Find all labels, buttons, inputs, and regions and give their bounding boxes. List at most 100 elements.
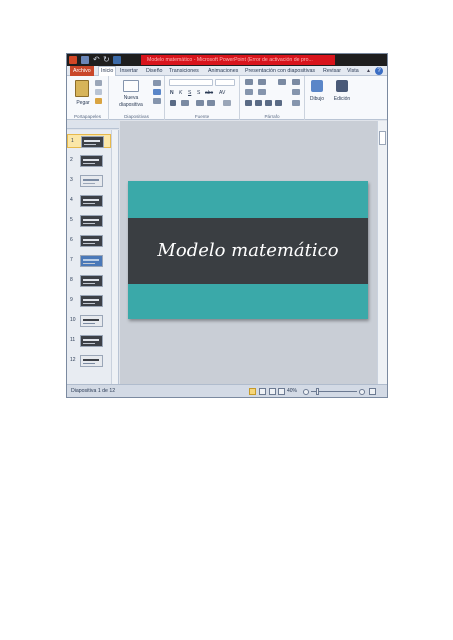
shadow-button[interactable]: S: [197, 90, 200, 96]
binoculars-icon[interactable]: [336, 80, 348, 92]
shapes-icon[interactable]: [311, 80, 323, 92]
layout-icon[interactable]: [153, 80, 161, 86]
new-slide-label-2[interactable]: diapositiva: [111, 102, 151, 108]
slide-thumbnail[interactable]: [80, 195, 103, 207]
powerpoint-app-icon[interactable]: [69, 56, 77, 64]
slide-thumbnail[interactable]: [80, 275, 103, 287]
zoom-out-icon[interactable]: [303, 389, 309, 395]
thumbnail-row[interactable]: 9: [67, 294, 111, 308]
thumbnail-row[interactable]: 7: [67, 254, 111, 268]
fit-to-window-icon[interactable]: [369, 388, 376, 395]
bullets-icon[interactable]: [245, 79, 253, 85]
font-name-dropdown[interactable]: [169, 79, 213, 86]
thumbnail-row[interactable]: 5: [67, 214, 111, 228]
edit-label[interactable]: Edición: [329, 96, 355, 102]
underline-button[interactable]: S: [188, 90, 191, 96]
redo-icon[interactable]: ↻: [103, 56, 111, 64]
bold-button[interactable]: N: [170, 90, 174, 96]
shrink-font-icon[interactable]: [207, 100, 215, 106]
smartart-icon[interactable]: [292, 100, 300, 106]
grow-font-icon[interactable]: [196, 100, 204, 106]
tab-vista[interactable]: Vista: [347, 66, 359, 76]
tab-diseno[interactable]: Diseño: [146, 66, 163, 76]
minimize-ribbon-icon[interactable]: ▲: [366, 66, 371, 76]
slide-thumbnail[interactable]: [80, 215, 103, 227]
copy-icon[interactable]: [95, 89, 102, 95]
font-size-dropdown[interactable]: [215, 79, 235, 86]
slide-thumbnail[interactable]: [80, 235, 103, 247]
paste-icon[interactable]: [75, 80, 89, 97]
tab-revisar[interactable]: Revisar: [323, 66, 341, 76]
align-left-icon[interactable]: [245, 100, 252, 106]
zoom-slider-handle[interactable]: [316, 388, 319, 395]
line-spacing-icon[interactable]: [278, 79, 286, 85]
thumbnails-scrollbar[interactable]: [111, 130, 118, 384]
new-slide-icon[interactable]: [123, 80, 139, 92]
slide-thumbnail[interactable]: [80, 315, 103, 327]
change-case-icon[interactable]: [181, 100, 189, 106]
tab-insertar[interactable]: Insertar: [120, 66, 138, 76]
slide-thumbnail[interactable]: [80, 335, 103, 347]
align-text-icon[interactable]: [292, 89, 300, 95]
thumbnail-row[interactable]: 11: [67, 334, 111, 348]
thumbnail-row[interactable]: 12: [67, 354, 111, 368]
numbering-icon[interactable]: [258, 79, 266, 85]
slide-thumbnail[interactable]: [80, 355, 103, 367]
thumbnail-row[interactable]: 4: [67, 194, 111, 208]
text-direction-icon[interactable]: [292, 79, 300, 85]
zoom-level[interactable]: 40%: [287, 388, 297, 394]
format-painter-icon[interactable]: [95, 98, 102, 104]
tab-transiciones[interactable]: Transiciones: [169, 66, 199, 76]
thumbnail-row[interactable]: 8: [67, 274, 111, 288]
character-spacing-button[interactable]: AV: [219, 90, 225, 96]
customize-toolbar-icon[interactable]: [113, 56, 121, 64]
thumbnail-row[interactable]: 1: [67, 134, 111, 148]
strikethrough-button[interactable]: abc: [205, 90, 213, 96]
zoom-in-icon[interactable]: [359, 389, 365, 395]
increase-indent-icon[interactable]: [258, 89, 266, 95]
current-slide[interactable]: Modelo matemático: [128, 181, 368, 319]
scrollbar-thumb[interactable]: [379, 131, 386, 145]
thumbnail-row[interactable]: 10: [67, 314, 111, 328]
help-icon[interactable]: ?: [375, 67, 383, 75]
slide-thumbnail[interactable]: [80, 175, 103, 187]
reset-icon[interactable]: [153, 89, 161, 95]
tab-archivo[interactable]: Archivo: [70, 66, 94, 76]
normal-view-icon[interactable]: [249, 388, 256, 395]
group-edicion: Edición: [329, 76, 355, 120]
slide-thumbnail[interactable]: [80, 155, 103, 167]
tab-inicio[interactable]: Inicio: [98, 66, 117, 76]
tab-animaciones[interactable]: Animaciones: [208, 66, 238, 76]
tab-presentacion[interactable]: Presentación con diapositivas: [245, 66, 315, 76]
section-icon[interactable]: [153, 98, 161, 104]
slideshow-icon[interactable]: [278, 388, 285, 395]
group-portapapeles: Pegar Portapapeles: [67, 76, 109, 120]
vertical-scrollbar[interactable]: [377, 121, 387, 384]
new-slide-label[interactable]: Nueva: [111, 95, 151, 101]
cut-icon[interactable]: [95, 80, 102, 86]
reading-view-icon[interactable]: [269, 388, 276, 395]
window-title: Modelo matemático - Microsoft PowerPoint…: [141, 55, 335, 65]
slide-thumbnail[interactable]: [81, 136, 104, 148]
text-effects-icon[interactable]: [170, 100, 176, 106]
status-bar: Diapositiva 1 de 12 40%: [67, 384, 387, 397]
italic-button[interactable]: K: [179, 90, 182, 96]
align-center-icon[interactable]: [255, 100, 262, 106]
slide-thumbnail[interactable]: [80, 255, 103, 267]
slide-title[interactable]: Modelo matemático: [128, 218, 368, 284]
paste-label: Pegar: [76, 100, 90, 106]
decrease-indent-icon[interactable]: [245, 89, 253, 95]
save-icon[interactable]: [81, 56, 89, 64]
draw-label[interactable]: Dibujo: [305, 96, 329, 102]
align-right-icon[interactable]: [265, 100, 272, 106]
thumbnail-row[interactable]: 2: [67, 154, 111, 168]
thumbnail-row[interactable]: 3: [67, 174, 111, 188]
thumbnail-row[interactable]: 6: [67, 234, 111, 248]
clear-format-icon[interactable]: [223, 100, 231, 106]
slide-thumbnail[interactable]: [80, 295, 103, 307]
slide-sorter-icon[interactable]: [259, 388, 266, 395]
justify-icon[interactable]: [275, 100, 282, 106]
undo-icon[interactable]: ↶: [93, 56, 101, 64]
slide-editing-area[interactable]: Modelo matemático: [120, 121, 377, 384]
title-band: Modelo matemático: [128, 218, 368, 284]
